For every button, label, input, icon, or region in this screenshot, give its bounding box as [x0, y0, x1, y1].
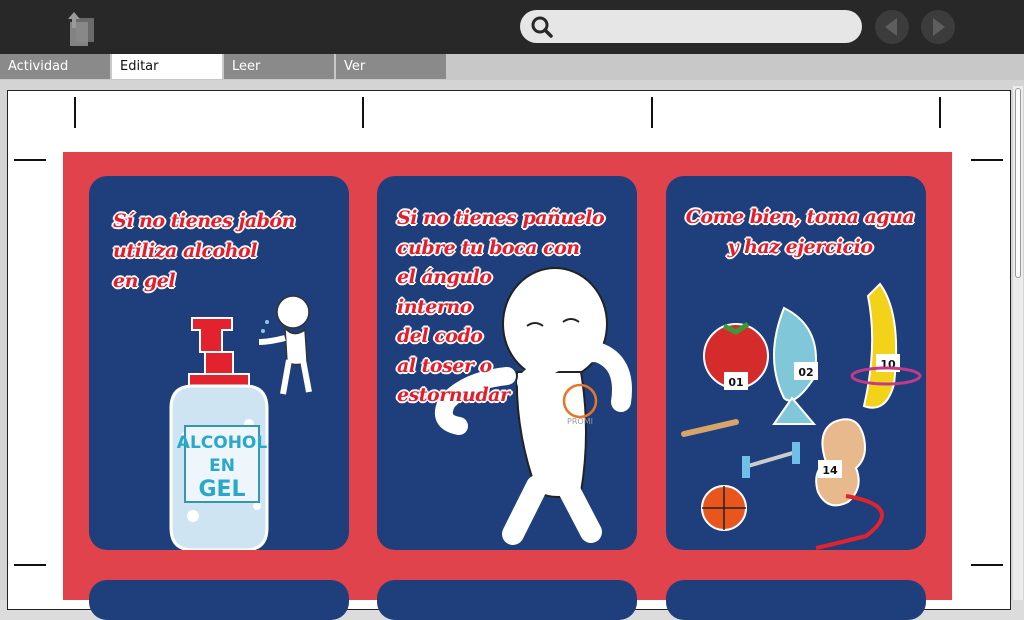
card-2-text: Si no tienes pañuelo cubre tu boca con e…: [397, 204, 627, 411]
card-text-line: del codo: [397, 325, 483, 347]
bib-number: 02: [798, 366, 813, 379]
search-input[interactable]: [562, 14, 852, 39]
card-text-line: Si no tienes pañuelo: [397, 207, 605, 229]
card-text-line: Come bien, toma agua: [685, 206, 915, 228]
activity-toolbar: [0, 0, 1024, 54]
card-partial: [89, 580, 349, 620]
bottle-label-line: GEL: [198, 477, 245, 502]
tab-leer[interactable]: Leer: [224, 54, 334, 79]
card-alcohol-gel: ALCOHOL EN GEL Sí no tienes jabón utiliz…: [89, 176, 349, 550]
card-text-line: cubre tu boca con: [397, 236, 580, 259]
card-partial: [666, 580, 926, 620]
search-bar[interactable]: [520, 10, 862, 43]
crop-mark: [362, 97, 364, 128]
crop-mark: [971, 159, 1003, 161]
activity-share-icon[interactable]: [64, 8, 98, 46]
crop-mark: [14, 159, 46, 161]
card-text-line: interno: [397, 295, 472, 318]
card-text-line: en gel: [113, 270, 176, 292]
crop-mark: [971, 564, 1003, 566]
toolbar-tabs: Actividad Editar Leer Ver: [0, 54, 1024, 80]
card-eat-well: 01 02 10 14 Come bien, toma agua y haz e…: [666, 176, 926, 550]
crop-mark: [939, 97, 941, 128]
bottle-label-line: EN: [209, 456, 235, 476]
bib-number: 01: [728, 376, 743, 389]
scrollbar-thumb[interactable]: [1015, 88, 1021, 278]
card-text-line: Sí no tienes jabón: [113, 210, 295, 232]
back-button[interactable]: [875, 10, 909, 44]
card-text-line: y haz ejercicio: [727, 236, 874, 258]
crop-mark: [651, 97, 653, 128]
card-text-line: el ángulo: [397, 266, 492, 288]
bib-number: 14: [822, 464, 838, 477]
card-text-line: utiliza alcohol: [113, 240, 257, 262]
crop-mark: [74, 97, 76, 128]
bottle-label-line: ALCOHOL: [177, 433, 268, 453]
card-1-text: Sí no tienes jabón utiliza alcohol en ge…: [113, 206, 333, 296]
card-partial: [377, 580, 637, 620]
card-text-line: estornudar: [397, 384, 510, 406]
tab-ver[interactable]: Ver: [336, 54, 446, 79]
tab-editar[interactable]: Editar: [112, 54, 222, 79]
forward-arrow-icon: [933, 18, 945, 36]
search-icon: [531, 16, 553, 38]
promi-badge: PROMI: [567, 417, 593, 426]
forward-button[interactable]: [921, 10, 955, 44]
back-arrow-icon: [885, 18, 897, 36]
tab-actividad[interactable]: Actividad: [0, 54, 110, 79]
card-text-line: al toser o: [397, 354, 492, 377]
card-3-text: Come bien, toma agua y haz ejercicio: [680, 202, 920, 262]
crop-mark: [14, 564, 46, 566]
card-cough-elbow: PROMI Si no tienes pañuelo cubre tu boca…: [377, 176, 637, 550]
